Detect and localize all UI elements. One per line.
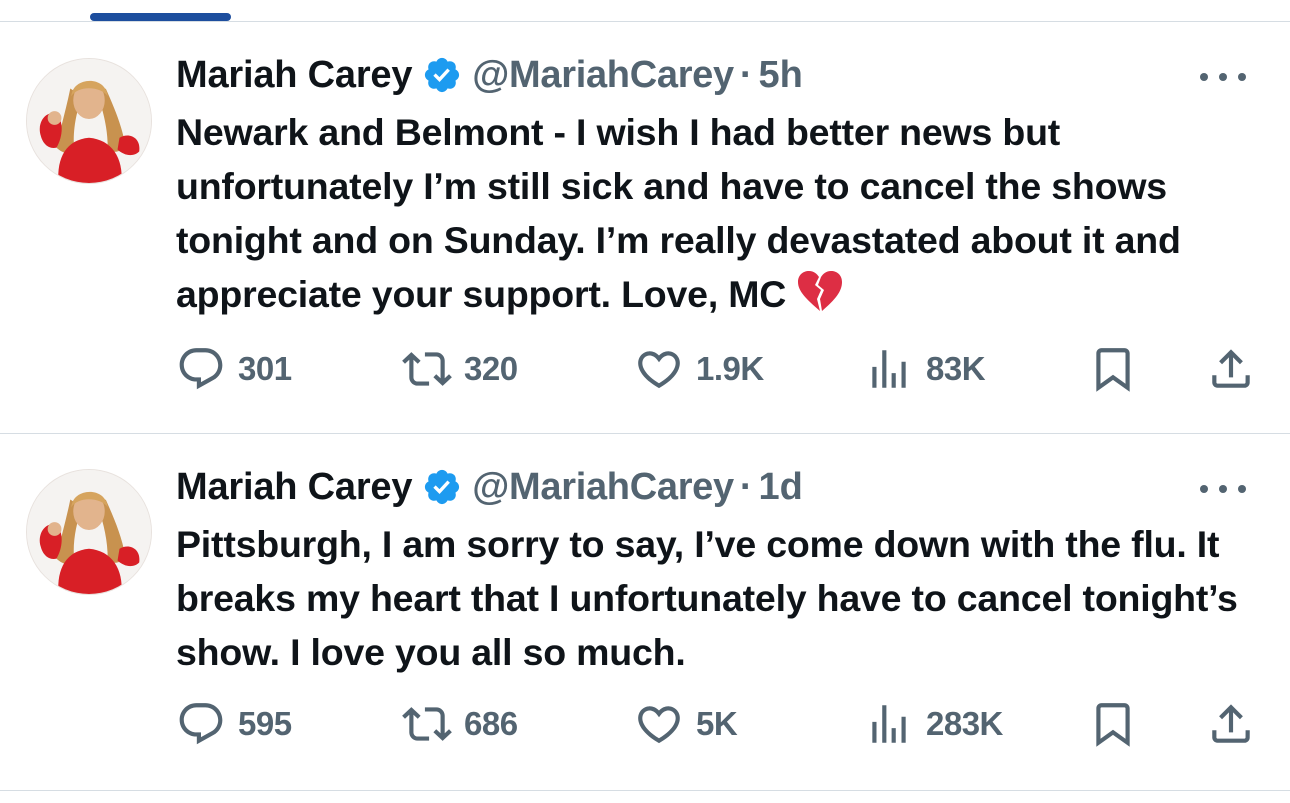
tab-indicator xyxy=(90,13,231,21)
reply-count: 301 xyxy=(238,350,292,387)
like-icon xyxy=(638,351,680,389)
separator: · xyxy=(739,53,753,96)
avatar[interactable] xyxy=(26,58,152,184)
separator: · xyxy=(739,465,753,508)
like-count: 1.9K xyxy=(696,350,764,387)
bookmark-button[interactable] xyxy=(1088,699,1138,749)
views-count: 283K xyxy=(926,705,1003,742)
timestamp[interactable]: 5h xyxy=(759,54,803,97)
avatar[interactable] xyxy=(26,469,152,595)
tweet[interactable]: Mariah Carey @MariahCarey · 5h Newark an… xyxy=(0,22,1290,433)
views-icon xyxy=(872,350,906,388)
display-name[interactable]: Mariah Carey xyxy=(176,466,412,509)
reply-icon xyxy=(179,703,223,745)
repost-button[interactable]: 320 xyxy=(402,344,518,394)
bookmark-icon xyxy=(1096,703,1130,747)
repost-icon xyxy=(402,707,452,741)
verified-icon[interactable] xyxy=(422,55,462,95)
reply-count: 595 xyxy=(238,705,292,742)
tweet-header: Mariah Carey @MariahCarey · 1d xyxy=(176,465,803,509)
more-icon[interactable] xyxy=(1200,67,1246,87)
tweet-header: Mariah Carey @MariahCarey · 5h xyxy=(176,53,803,97)
views-count: 83K xyxy=(926,350,986,387)
reply-button[interactable]: 595 xyxy=(176,699,292,749)
timestamp[interactable]: 1d xyxy=(759,466,803,509)
like-icon xyxy=(638,706,680,744)
tweet-divider xyxy=(0,790,1290,791)
verified-icon[interactable] xyxy=(422,467,462,507)
share-icon xyxy=(1212,349,1250,388)
repost-count: 686 xyxy=(464,705,518,742)
views-button[interactable]: 83K xyxy=(864,344,986,394)
repost-icon xyxy=(402,352,452,386)
handle[interactable]: @MariahCarey xyxy=(472,54,734,97)
tweet-text-content: Newark and Belmont - I wish I had better… xyxy=(176,111,1181,315)
reply-icon xyxy=(179,348,223,390)
broken-heart-icon xyxy=(796,269,844,313)
bookmark-icon xyxy=(1096,348,1130,392)
tweet-text-content: Pittsburgh, I am sorry to say, I’ve come… xyxy=(176,523,1238,673)
handle[interactable]: @MariahCarey xyxy=(472,466,734,509)
share-icon xyxy=(1212,704,1250,743)
views-icon xyxy=(872,705,906,743)
action-bar: 301 320 1.9K 83K xyxy=(176,344,1260,394)
more-icon[interactable] xyxy=(1200,479,1246,499)
tweet-text: Newark and Belmont - I wish I had better… xyxy=(176,105,1256,321)
share-button[interactable] xyxy=(1206,344,1256,394)
share-button[interactable] xyxy=(1206,699,1256,749)
views-button[interactable]: 283K xyxy=(864,699,1003,749)
tweet[interactable]: Mariah Carey @MariahCarey · 1d Pittsburg… xyxy=(0,434,1290,790)
tweet-text: Pittsburgh, I am sorry to say, I’ve come… xyxy=(176,517,1256,679)
repost-count: 320 xyxy=(464,350,518,387)
like-button[interactable]: 5K xyxy=(634,699,738,749)
action-bar: 595 686 5K 283K xyxy=(176,699,1260,749)
display-name[interactable]: Mariah Carey xyxy=(176,54,412,97)
like-button[interactable]: 1.9K xyxy=(634,344,764,394)
repost-button[interactable]: 686 xyxy=(402,699,518,749)
bookmark-button[interactable] xyxy=(1088,344,1138,394)
reply-button[interactable]: 301 xyxy=(176,344,292,394)
like-count: 5K xyxy=(696,705,738,742)
